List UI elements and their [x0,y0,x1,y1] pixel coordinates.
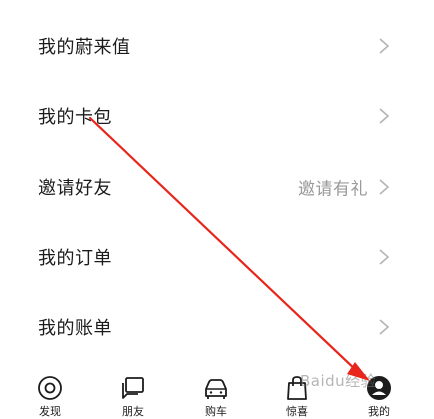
chevron-right-icon [379,108,390,124]
car-icon [205,379,227,399]
menu-item-label: 我的订单 [38,248,112,269]
menu-item-card-wallet[interactable]: 我的卡包 [0,86,434,146]
menu-item-label: 我的账单 [38,318,112,339]
tab-friends[interactable]: 朋友 [103,370,163,418]
chevron-right-icon [379,38,390,54]
tab-discover[interactable]: 发现 [20,370,80,418]
tab-buy-car[interactable]: 购车 [186,370,246,418]
menu-item-invite-friends[interactable]: 邀请好友 邀请有礼 [0,157,434,217]
chevron-right-icon [379,249,390,265]
chevron-right-icon [379,179,390,195]
menu-item-label: 我的卡包 [38,107,112,128]
menu-item-bills[interactable]: 我的账单 [0,297,434,357]
chevron-right-icon [379,319,390,335]
menu-item-label: 邀请好友 [38,178,112,199]
menu-item-label: 我的蔚来值 [38,37,131,58]
menu-item-orders[interactable]: 我的订单 [0,227,434,287]
watermark: Baidu经验 [300,372,377,390]
invite-reward-text: 邀请有礼 [298,179,368,200]
menu-item-nio-points[interactable]: 我的蔚来值 [0,16,434,76]
friends-icon [122,377,144,399]
discover-icon [38,376,62,400]
